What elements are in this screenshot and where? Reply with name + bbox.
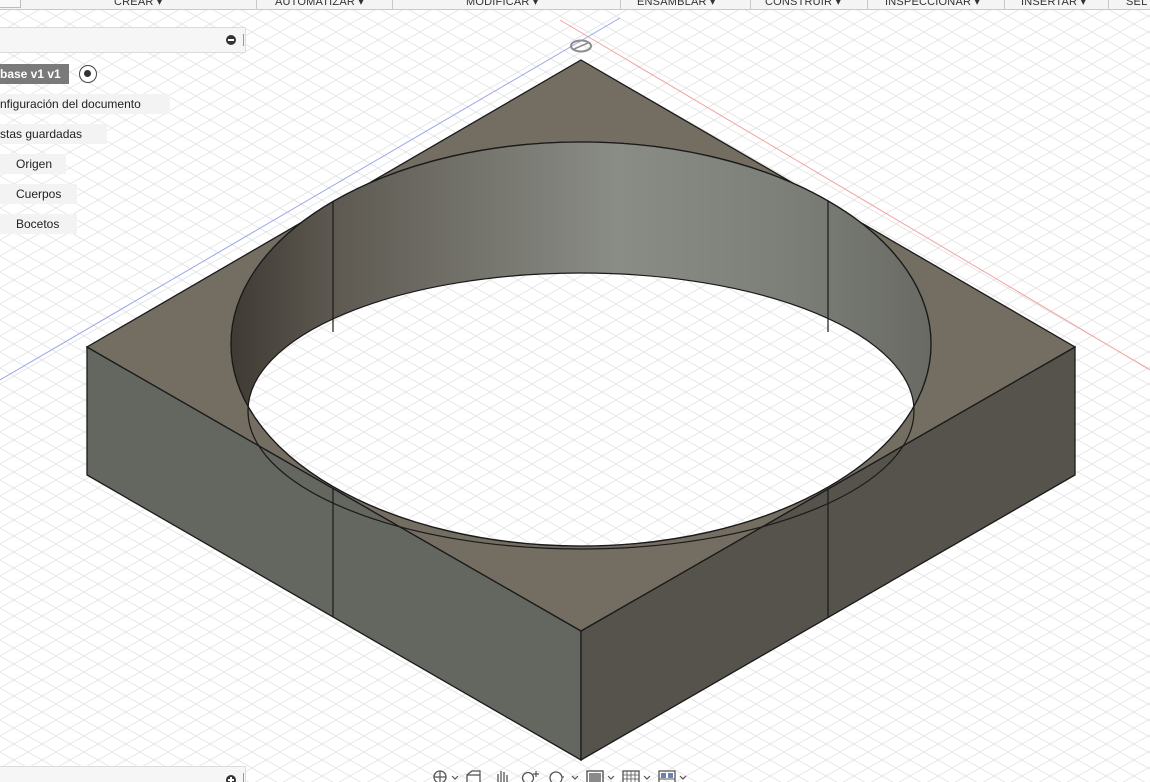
fusion-window: CREAR ▾ AUTOMATIZAR ▾ MODIFICAR ▾ ENSAMB… bbox=[0, 0, 1150, 782]
grid-settings-icon[interactable] bbox=[620, 768, 654, 782]
zoom-icon[interactable] bbox=[518, 768, 544, 782]
panel-pin-icon[interactable] bbox=[243, 773, 244, 782]
menu-modificar[interactable]: MODIFICAR ▾ bbox=[466, 0, 539, 9]
menu-insertar[interactable]: INSERTAR ▾ bbox=[1021, 0, 1086, 9]
tree-item-origin[interactable]: Origen bbox=[0, 154, 66, 174]
browser-panel-header bbox=[0, 27, 246, 53]
toolbar-tab-stub[interactable] bbox=[0, 0, 21, 8]
panel-pin-icon[interactable] bbox=[243, 34, 244, 46]
top-toolbar: CREAR ▾ AUTOMATIZAR ▾ MODIFICAR ▾ ENSAMB… bbox=[0, 0, 1150, 10]
menu-construir[interactable]: CONSTRUIR ▾ bbox=[765, 0, 841, 9]
toolbar-separator bbox=[1004, 0, 1005, 9]
navigation-bar bbox=[428, 768, 728, 782]
minus-circle-icon[interactable] bbox=[226, 35, 236, 45]
viewports-icon[interactable] bbox=[656, 768, 690, 782]
tree-item-document-settings[interactable]: nfiguración del documento bbox=[0, 94, 170, 114]
menu-inspeccionar[interactable]: INSPECCIONAR ▾ bbox=[885, 0, 980, 9]
toolbar-separator bbox=[1108, 0, 1109, 9]
canvas-viewport[interactable] bbox=[0, 0, 1150, 782]
plus-circle-icon[interactable] bbox=[226, 775, 236, 782]
menu-ensamblar[interactable]: ENSAMBLAR ▾ bbox=[637, 0, 716, 9]
orbit-icon[interactable] bbox=[428, 768, 460, 782]
toolbar-separator bbox=[256, 0, 257, 9]
activate-component-radio-icon[interactable] bbox=[79, 65, 97, 83]
tree-root-label: base v1 v1 bbox=[0, 67, 61, 81]
tree-item-bodies[interactable]: Cuerpos bbox=[0, 184, 77, 204]
tree-item-label: Cuerpos bbox=[16, 187, 62, 201]
tree-item-label: Bocetos bbox=[16, 217, 60, 231]
menu-seleccionar[interactable]: SEL bbox=[1126, 0, 1147, 9]
tree-item-sketches[interactable]: Bocetos bbox=[0, 214, 77, 234]
toolbar-separator bbox=[750, 0, 751, 9]
tree-root-component[interactable]: base v1 v1 bbox=[0, 64, 69, 84]
menu-automatizar[interactable]: AUTOMATIZAR ▾ bbox=[275, 0, 364, 9]
look-at-icon[interactable] bbox=[463, 768, 485, 782]
menu-crear[interactable]: CREAR ▾ bbox=[114, 0, 162, 9]
toolbar-separator bbox=[392, 0, 393, 9]
tree-item-label: nfiguración del documento bbox=[0, 97, 141, 111]
tree-item-label: stas guardadas bbox=[0, 127, 83, 141]
toolbar-separator bbox=[620, 0, 621, 9]
comments-panel-header bbox=[0, 766, 246, 782]
fit-icon[interactable] bbox=[546, 768, 582, 782]
tree-item-named-views[interactable]: stas guardadas bbox=[0, 124, 107, 144]
pan-hand-icon[interactable] bbox=[492, 768, 514, 782]
display-settings-icon[interactable] bbox=[584, 768, 618, 782]
tree-item-label: Origen bbox=[16, 157, 53, 171]
toolbar-separator bbox=[867, 0, 868, 9]
